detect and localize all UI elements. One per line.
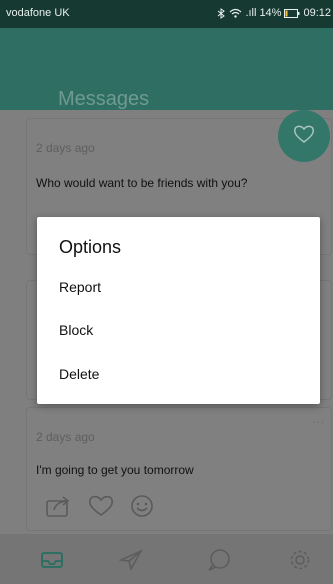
message-card[interactable]: ... 2 days ago I'm going to get you tomo… — [26, 407, 332, 531]
message-text: I'm going to get you tomorrow — [36, 463, 194, 477]
message-time: 2 days ago — [36, 141, 95, 155]
option-report[interactable]: Report — [37, 267, 320, 307]
carrier-name: vodafone UK — [6, 7, 70, 19]
tab-inbox[interactable] — [38, 546, 66, 574]
wifi-icon — [229, 8, 242, 18]
options-dialog: Options Report Block Delete — [37, 217, 320, 404]
inbox-icon — [40, 550, 64, 570]
option-delete[interactable]: Delete — [37, 354, 320, 394]
status-icons: .ıll 14% 09:12 — [217, 7, 331, 19]
app-header: Messages — [0, 28, 333, 110]
clock: 09:12 — [303, 7, 331, 19]
tab-settings[interactable] — [286, 546, 314, 574]
signal-indicator: .ıll — [245, 7, 257, 19]
message-actions — [45, 494, 155, 518]
share-icon[interactable] — [45, 494, 73, 518]
bluetooth-icon — [217, 7, 226, 19]
gear-icon — [288, 548, 312, 572]
heart-icon — [293, 124, 315, 149]
send-icon — [119, 549, 143, 571]
tab-chat[interactable] — [205, 546, 233, 574]
battery-percent: 14% — [259, 7, 282, 19]
tab-send[interactable] — [117, 546, 145, 574]
favorite-fab[interactable] — [278, 110, 330, 162]
message-time: 2 days ago — [36, 430, 95, 444]
message-text: Who would want to be friends with you? — [36, 176, 248, 190]
option-block[interactable]: Block — [37, 310, 320, 350]
status-bar: vodafone UK .ıll 14% 09:12 — [0, 0, 333, 28]
chat-icon — [206, 548, 232, 572]
more-options-icon[interactable]: ... — [313, 414, 325, 426]
bottom-tab-bar — [0, 534, 333, 584]
heart-icon[interactable] — [87, 494, 115, 518]
dialog-title: Options — [59, 237, 122, 257]
page-title: Messages — [58, 88, 150, 110]
battery-icon — [284, 8, 300, 18]
smiley-icon[interactable] — [129, 494, 155, 518]
